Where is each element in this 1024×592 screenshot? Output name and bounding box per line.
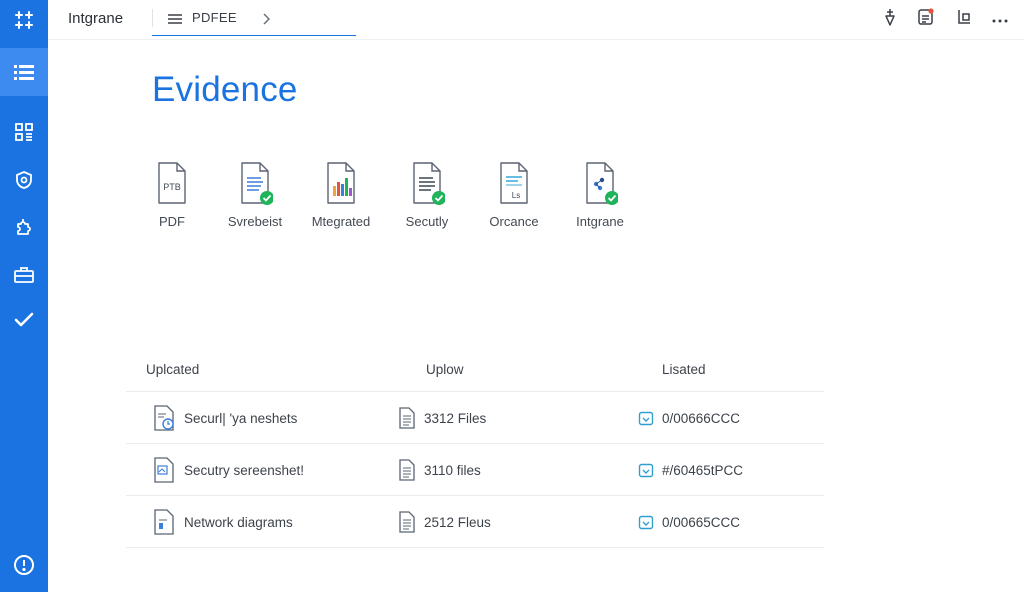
row-files: 3312 Files: [424, 410, 487, 426]
evidence-type-security[interactable]: Secutly: [384, 160, 470, 240]
evidence-type-compliance[interactable]: Ls Orcance: [471, 160, 557, 240]
page-title: Evidence: [152, 70, 298, 109]
evidence-type-integrane[interactable]: Intgrane: [557, 160, 643, 240]
evidence-table: Uplcated Uplow Lisated Securl| 'ya neshe…: [126, 356, 824, 548]
file-diagram-icon: [154, 509, 174, 535]
row-name-cell: Securl| 'ya neshets: [152, 392, 297, 444]
rail-item-grid[interactable]: [0, 108, 48, 156]
row-date-cell: 0/00666CCC: [638, 392, 740, 444]
notification-icon: [917, 7, 935, 31]
document-icon: [399, 407, 415, 429]
app-title: Intgrane: [68, 10, 124, 27]
puzzle-icon: [14, 216, 34, 236]
help-button[interactable]: [12, 553, 36, 577]
row-files-cell: 2512 Fleus: [398, 496, 491, 548]
row-name: Securl| 'ya neshets: [184, 410, 298, 426]
evidence-type-label: Svrebeist: [227, 214, 283, 229]
svg-text:PTB: PTB: [163, 182, 181, 192]
row-date-cell: 0/00665CCC: [638, 496, 740, 548]
table-row[interactable]: Securl| 'ya neshets 3312 Files 0/00666CC…: [126, 392, 824, 444]
pin-icon: [882, 8, 898, 31]
row-name-cell: Secutry sereenshet!: [152, 444, 304, 496]
rail-item-puzzle[interactable]: [0, 202, 48, 250]
document-icon: [413, 162, 445, 205]
column-header-upload[interactable]: Uplow: [426, 362, 464, 377]
notification-button[interactable]: [916, 7, 936, 31]
pdf-file-icon: PTB: [158, 162, 186, 204]
column-header-listed[interactable]: Lisated: [662, 362, 706, 377]
share-button[interactable]: [954, 9, 974, 29]
document-icon: [399, 459, 415, 481]
evidence-type-integrated[interactable]: Mtegrated: [298, 160, 384, 240]
evidence-type-list: PTB PDF Svrebeist Mtegrated Secutly Ls O…: [140, 160, 660, 240]
shield-icon: [14, 170, 34, 190]
more-icon: [992, 10, 1008, 28]
row-files-cell: 3312 Files: [398, 392, 486, 444]
side-rail: [0, 0, 48, 592]
rail-item-list[interactable]: [0, 48, 48, 96]
svg-text:Ls: Ls: [512, 191, 520, 200]
file-image-icon: [154, 457, 174, 483]
row-date: 0/00666CCC: [662, 410, 741, 426]
table-row[interactable]: Secutry sereenshet! 3110 files #/60465tP…: [126, 444, 824, 496]
file-image-icon: [154, 405, 174, 431]
chart-file-icon: [327, 162, 355, 204]
grid-icon: [15, 123, 33, 141]
row-date-cell: #/60465tPCC: [638, 444, 743, 496]
row-files: 3110 files: [424, 462, 481, 478]
diagram-file-icon: [586, 162, 618, 205]
table-row[interactable]: Network diagrams 2512 Fleus 0/00665CCC: [126, 496, 824, 548]
more-button[interactable]: [990, 9, 1010, 29]
chevron-right-icon[interactable]: [262, 12, 271, 30]
rail-item-briefcase[interactable]: [0, 250, 48, 298]
menu-icon: [168, 12, 182, 30]
evidence-type-label: Intgrane: [576, 214, 624, 229]
row-date: 0/00665CCC: [662, 514, 741, 530]
evidence-type-label: Secutly: [405, 214, 449, 229]
app-logo-icon[interactable]: [0, 0, 48, 40]
evidence-type-label: PDF: [159, 214, 185, 229]
evidence-type-label: Mtegrated: [311, 214, 371, 229]
calendar-icon: [638, 515, 654, 530]
evidence-type-label: Orcance: [489, 214, 539, 229]
pin-button[interactable]: [880, 8, 900, 31]
calendar-icon: [638, 463, 654, 478]
form-file-icon: Ls: [500, 162, 528, 204]
document-icon: [399, 511, 415, 533]
briefcase-icon: [14, 265, 34, 283]
row-date: #/60465tPCC: [662, 462, 744, 478]
calendar-icon: [638, 411, 654, 426]
check-icon: [14, 312, 34, 328]
share-icon: [955, 8, 973, 31]
rail-item-shield[interactable]: [0, 156, 48, 204]
breadcrumb-label: PDFEE: [192, 10, 237, 25]
document-icon: [241, 162, 273, 205]
evidence-type-pdf[interactable]: PTB PDF: [129, 160, 215, 240]
evidence-type-screenshot[interactable]: Svrebeist: [212, 160, 298, 240]
row-name: Secutry sereenshet!: [184, 462, 305, 478]
table-header: Uplcated Uplow Lisated: [126, 356, 824, 392]
row-files: 2512 Fleus: [424, 514, 491, 530]
row-name: Network diagrams: [184, 514, 293, 530]
top-bar: Intgrane PDFEE: [48, 0, 1024, 40]
breadcrumb[interactable]: PDFEE: [152, 0, 356, 36]
row-files-cell: 3110 files: [398, 444, 481, 496]
rail-item-check[interactable]: [0, 296, 48, 344]
alert-circle-icon: [12, 555, 36, 581]
list-icon: [14, 63, 34, 81]
row-name-cell: Network diagrams: [152, 496, 293, 548]
column-header-uploaded[interactable]: Uplcated: [146, 362, 199, 377]
